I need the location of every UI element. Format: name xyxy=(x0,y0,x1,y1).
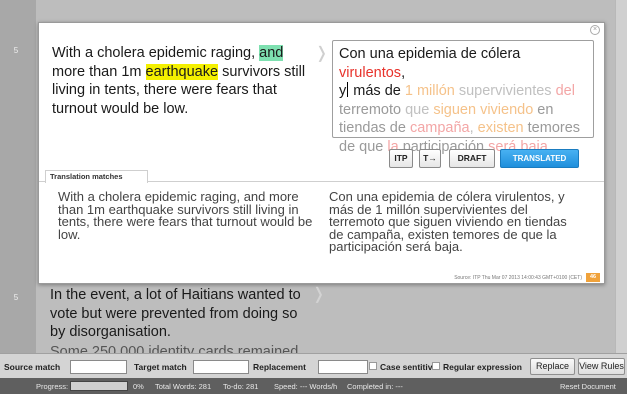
row-number: 5 xyxy=(13,46,19,55)
match-source-info: Source: ITP Thu Mar 07 2013 14:00:43 GMT… xyxy=(454,275,582,281)
progress-bar xyxy=(70,381,128,391)
target-match-input[interactable] xyxy=(193,360,249,374)
todo-count: To-do: 281 xyxy=(223,382,259,391)
chevron-right-icon: ❭ xyxy=(315,45,329,62)
status-bar: Progress: 0% Total Words: 281 To-do: 281… xyxy=(0,378,627,394)
case-sensitive-checkbox[interactable] xyxy=(369,362,377,370)
copy-source-button[interactable]: T→ xyxy=(419,149,441,168)
search-replace-bar: Source match Target match Replacement Ca… xyxy=(0,353,627,378)
reset-document-link[interactable]: Reset Document xyxy=(560,382,616,391)
target-editor[interactable]: Con una epidemia de cólera virulentos, y… xyxy=(332,40,594,155)
replacement-label: Replacement xyxy=(253,362,306,372)
speed-readout: Speed: --- Words/h xyxy=(274,382,338,391)
segment-source-text[interactable]: In the event, a lot of Haitians wanted t… xyxy=(50,286,315,342)
match-target-text[interactable]: Con una epidemia de cólera virulentos, y… xyxy=(329,190,584,254)
target-match-label: Target match xyxy=(134,362,187,372)
progress-label: Progress: xyxy=(36,382,69,391)
close-icon[interactable]: × xyxy=(590,25,600,35)
highlighted-word: and xyxy=(259,45,284,61)
match-source-text: With a cholera epidemic raging, and more… xyxy=(58,189,313,242)
highlighted-word: earthquake xyxy=(145,63,219,80)
replacement-input[interactable] xyxy=(318,360,368,374)
case-sensitive-label: Case sentitive xyxy=(380,362,438,372)
segment-source-text[interactable]: Some 250,000 identity cards remained xyxy=(50,343,315,353)
source-segment-text: With a cholera epidemic raging, and more… xyxy=(52,45,306,117)
vertical-scrollbar[interactable] xyxy=(615,0,627,353)
translated-button[interactable]: TRANSLATED xyxy=(500,149,579,168)
editor-workspace: 5 5 × With a cholera epidemic raging, an… xyxy=(0,0,627,353)
tab-translation-matches[interactable]: Translation matches xyxy=(45,170,148,183)
active-segment-panel: × With a cholera epidemic raging, and mo… xyxy=(38,22,605,284)
source-match-input[interactable] xyxy=(70,360,127,374)
completed-readout: Completed in: --- xyxy=(347,382,403,391)
itp-button[interactable]: ITP xyxy=(389,149,413,168)
regex-label: Regular expression xyxy=(443,362,522,372)
replace-button[interactable]: Replace xyxy=(530,358,575,375)
unconfirmed-word: virulentos xyxy=(339,64,402,81)
total-words: Total Words: 281 xyxy=(155,382,212,391)
row-number: 5 xyxy=(13,293,19,302)
chevron-right-icon: ❭ xyxy=(312,286,326,303)
draft-button[interactable]: DRAFT xyxy=(449,149,495,168)
match-score-badge: 46 xyxy=(586,273,600,282)
view-rules-button[interactable]: View Rules xyxy=(578,358,625,375)
regex-checkbox[interactable] xyxy=(432,362,440,370)
progress-percent: 0% xyxy=(133,382,144,391)
source-match-label: Source match xyxy=(4,362,61,372)
